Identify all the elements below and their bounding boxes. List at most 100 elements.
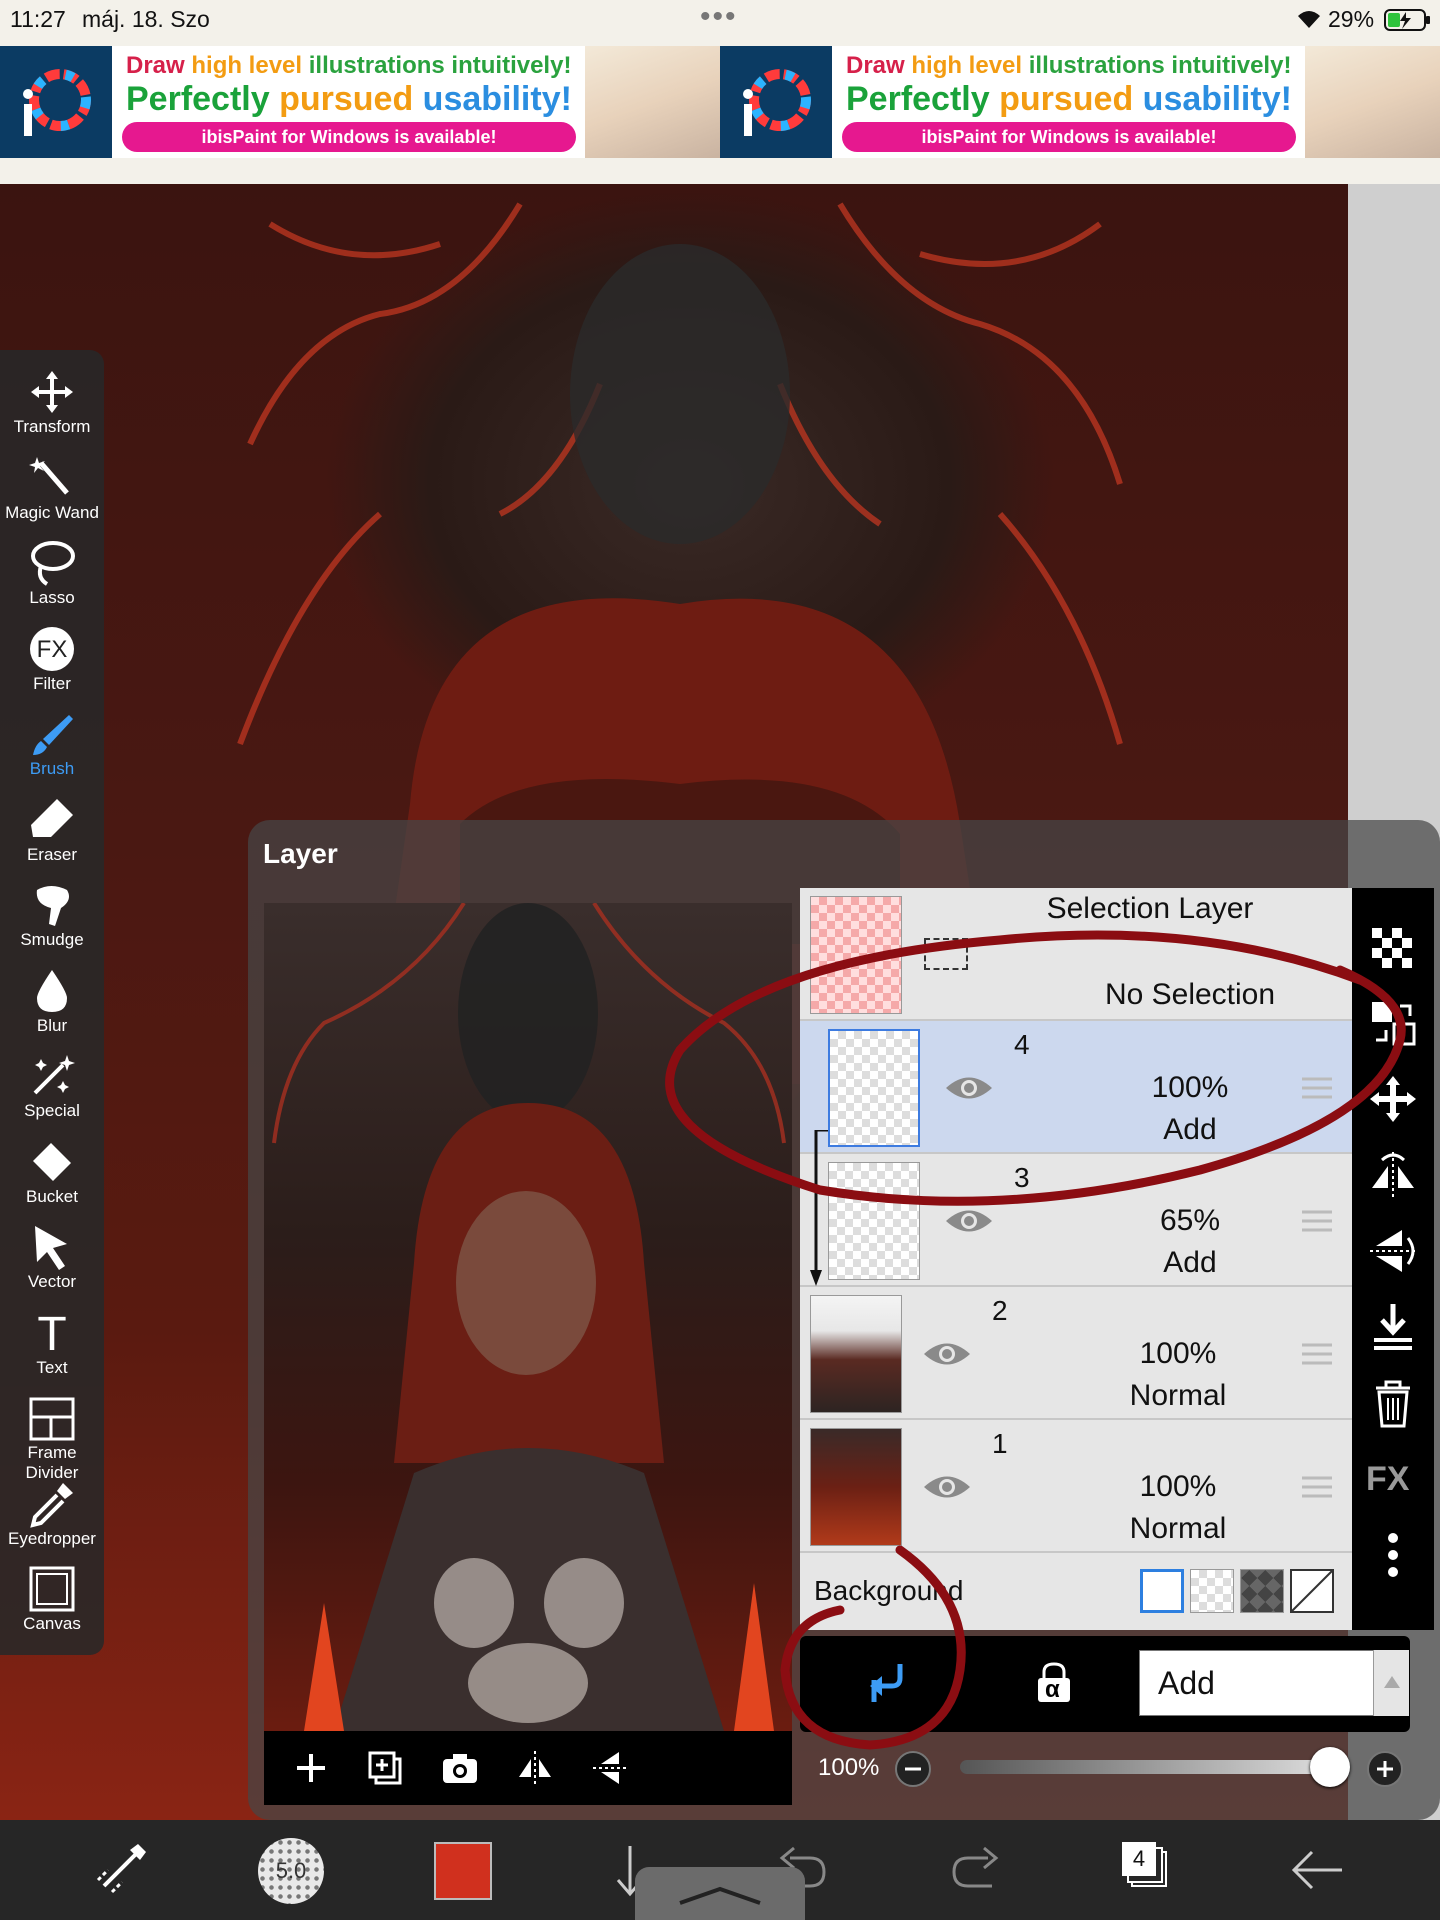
- layer-transform-copy-icon[interactable]: [1366, 996, 1420, 1050]
- drag-handle-icon[interactable]: [1300, 1073, 1334, 1103]
- tool-label: Magic Wand: [5, 502, 99, 522]
- opacity-plus-icon[interactable]: [1366, 1750, 1404, 1788]
- redo-icon[interactable]: [944, 1840, 1008, 1900]
- background-dark-checker-swatch[interactable]: [1240, 1569, 1284, 1613]
- battery-percent: 29%: [1328, 6, 1375, 32]
- tool-glyph: FX: [37, 636, 68, 663]
- opacity-slider-track[interactable]: [960, 1760, 1330, 1774]
- tool-brush[interactable]: Brush: [0, 707, 104, 792]
- selection-layer-row[interactable]: Selection Layer No Selection: [800, 888, 1352, 1021]
- tool-canvas[interactable]: Canvas: [0, 1562, 104, 1647]
- opacity-slider-knob[interactable]: [1310, 1747, 1350, 1787]
- tool-vector[interactable]: Vector: [0, 1220, 104, 1305]
- drag-handle-icon[interactable]: [1300, 1472, 1334, 1502]
- multitask-dots[interactable]: •••: [700, 0, 738, 34]
- tool-magic-wand[interactable]: Magic Wand: [0, 451, 104, 536]
- canvas-preview[interactable]: [264, 903, 792, 1731]
- visibility-eye-icon[interactable]: [922, 1337, 972, 1371]
- preview-artwork: [272, 903, 786, 1731]
- tool-eraser[interactable]: Eraser: [0, 793, 104, 878]
- selection-marquee-icon: [924, 938, 968, 970]
- visibility-eye-icon[interactable]: [922, 1470, 972, 1504]
- flip-vertical-icon[interactable]: [589, 1747, 631, 1789]
- layer-number: 4: [1014, 1029, 1030, 1060]
- status-date: máj. 18. Szo: [82, 6, 210, 32]
- layer-row-3[interactable]: 3 65% Add: [800, 1154, 1352, 1287]
- merge-down-icon[interactable]: [1366, 1300, 1420, 1354]
- flip-horizontal-icon[interactable]: [514, 1747, 556, 1789]
- blur-drop-icon: [37, 969, 67, 1012]
- wifi-icon: [1298, 11, 1320, 28]
- flip-layer-horizontal-icon[interactable]: [1366, 1148, 1420, 1202]
- layer-blend-mode: Add: [1163, 1246, 1217, 1279]
- alpha-symbol: α: [1045, 1676, 1060, 1703]
- tool-frame-divider[interactable]: Frame Divider: [0, 1391, 104, 1482]
- tool-filter[interactable]: FX Filter: [0, 622, 104, 707]
- blend-mode-value: Add: [1158, 1665, 1215, 1701]
- preview-toolbar: [264, 1731, 792, 1805]
- tool-label: Text: [36, 1357, 68, 1377]
- ad-pill: ibisPaint for Windows is available!: [842, 122, 1296, 152]
- layers-button[interactable]: 4: [1118, 1838, 1174, 1894]
- add-layer-icon[interactable]: [290, 1747, 332, 1789]
- blend-mode-dropdown-button[interactable]: [1373, 1650, 1409, 1716]
- new-transparent-layer-icon[interactable]: [1366, 922, 1420, 976]
- ad-panel-right[interactable]: Draw high level illustrations intuitivel…: [720, 46, 1440, 158]
- text-icon: T: [37, 1308, 66, 1358]
- flip-layer-vertical-icon[interactable]: [1366, 1224, 1420, 1278]
- bottom-sheet-handle[interactable]: [635, 1867, 805, 1920]
- blend-mode-select[interactable]: Add: [1139, 1650, 1409, 1716]
- brush-size-button[interactable]: 5.0: [258, 1838, 324, 1904]
- tool-label: Transform: [13, 417, 91, 436]
- tool-special[interactable]: Special: [0, 1049, 104, 1134]
- layer-row-2[interactable]: 2 100% Normal: [800, 1287, 1352, 1420]
- layer-row-1[interactable]: 1 100% Normal: [800, 1420, 1352, 1553]
- transform-tool-shortcut-icon[interactable]: [90, 1840, 154, 1900]
- brush-icon: [33, 715, 73, 755]
- visibility-eye-icon[interactable]: [944, 1071, 994, 1105]
- alpha-lock-button[interactable]: α: [1034, 1660, 1074, 1704]
- ad-panel-left[interactable]: Draw high level illustrations intuitivel…: [0, 46, 720, 158]
- drag-handle-icon[interactable]: [1300, 1339, 1334, 1369]
- layer-number: 2: [992, 1295, 1008, 1326]
- tool-glyph: T: [37, 1308, 66, 1358]
- layer-row-4[interactable]: 4 100% Add: [800, 1021, 1352, 1154]
- background-row[interactable]: Background: [800, 1553, 1352, 1630]
- tool-bucket[interactable]: Bucket: [0, 1135, 104, 1220]
- clipping-toggle-icon[interactable]: [860, 1658, 910, 1708]
- move-icon[interactable]: [1366, 1072, 1420, 1126]
- ad-headline-part: high level: [191, 52, 309, 79]
- trash-icon[interactable]: [1366, 1376, 1420, 1430]
- ad-character-image: [585, 46, 720, 158]
- ibispaint-logo-icon: [23, 69, 91, 136]
- layer-thumbnail: [828, 1029, 920, 1147]
- ad-banner[interactable]: Draw high level illustrations intuitivel…: [0, 44, 1440, 184]
- more-options-icon[interactable]: [1366, 1528, 1420, 1582]
- background-transparent-swatch[interactable]: [1190, 1569, 1234, 1613]
- ad-tagline-part: usability!: [422, 80, 572, 118]
- layer-fx-button[interactable]: FX: [1366, 1460, 1409, 1499]
- layer-panel-title: Layer: [263, 838, 338, 869]
- tool-text[interactable]: T Text: [0, 1306, 104, 1391]
- tool-eyedropper[interactable]: Eyedropper: [0, 1477, 104, 1562]
- ad-headline-part: Draw: [846, 52, 912, 79]
- tool-smudge[interactable]: Smudge: [0, 878, 104, 963]
- background-none-swatch[interactable]: [1290, 1569, 1334, 1613]
- color-swatch[interactable]: [434, 1842, 492, 1900]
- tool-transform[interactable]: Transform: [0, 365, 104, 450]
- ad-headline: Draw high level illustrations intuitivel…: [846, 52, 1291, 80]
- duplicate-layer-icon[interactable]: [364, 1747, 406, 1789]
- tool-label: Lasso: [29, 588, 75, 607]
- ad-headline-part: intuitively!: [1171, 52, 1292, 79]
- drag-handle-icon[interactable]: [1300, 1206, 1334, 1236]
- lasso-icon: [31, 541, 75, 586]
- ad-tagline-part: Perfectly: [846, 80, 1000, 118]
- tool-blur[interactable]: Blur: [0, 964, 104, 1049]
- tool-label: Eyedropper: [8, 1528, 96, 1548]
- back-arrow-icon[interactable]: [1286, 1840, 1350, 1900]
- visibility-eye-icon[interactable]: [944, 1204, 994, 1238]
- tool-lasso[interactable]: Lasso: [0, 536, 104, 621]
- background-white-swatch[interactable]: [1140, 1569, 1184, 1613]
- camera-icon[interactable]: [439, 1747, 481, 1789]
- opacity-minus-icon[interactable]: [894, 1750, 932, 1788]
